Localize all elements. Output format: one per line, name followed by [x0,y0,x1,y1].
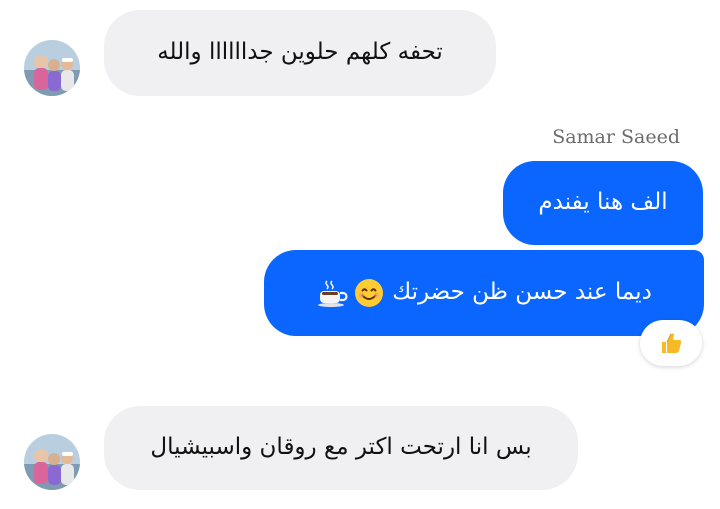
sender-name: Samar Saeed [552,126,680,148]
hot-beverage-icon [316,278,350,308]
avatar-photo [24,434,80,490]
message-text: بس انا ارتحت اكتر مع روقان واسبيشيال [150,434,532,461]
message-text: تحفه كلهم حلوين جداااااا والله [157,39,443,66]
message-text: الف هنا يفندم [538,189,668,216]
message-bubble-outgoing[interactable]: ديما عند حسن ظن حضرتك [264,250,704,336]
contact-avatar[interactable] [24,40,80,96]
contact-avatar[interactable] [24,434,80,490]
message-text: ديما عند حسن ظن حضرتك [392,279,652,306]
thumbs-up-icon [658,330,684,356]
avatar-photo [24,40,80,96]
message-reaction[interactable] [640,320,702,366]
message-bubble-outgoing[interactable]: الف هنا يفندم [503,161,703,245]
message-bubble-incoming[interactable]: تحفه كلهم حلوين جداااااا والله [104,10,496,96]
message-bubble-incoming[interactable]: بس انا ارتحت اكتر مع روقان واسبيشيال [104,406,578,490]
smiling-face-icon [354,278,384,308]
